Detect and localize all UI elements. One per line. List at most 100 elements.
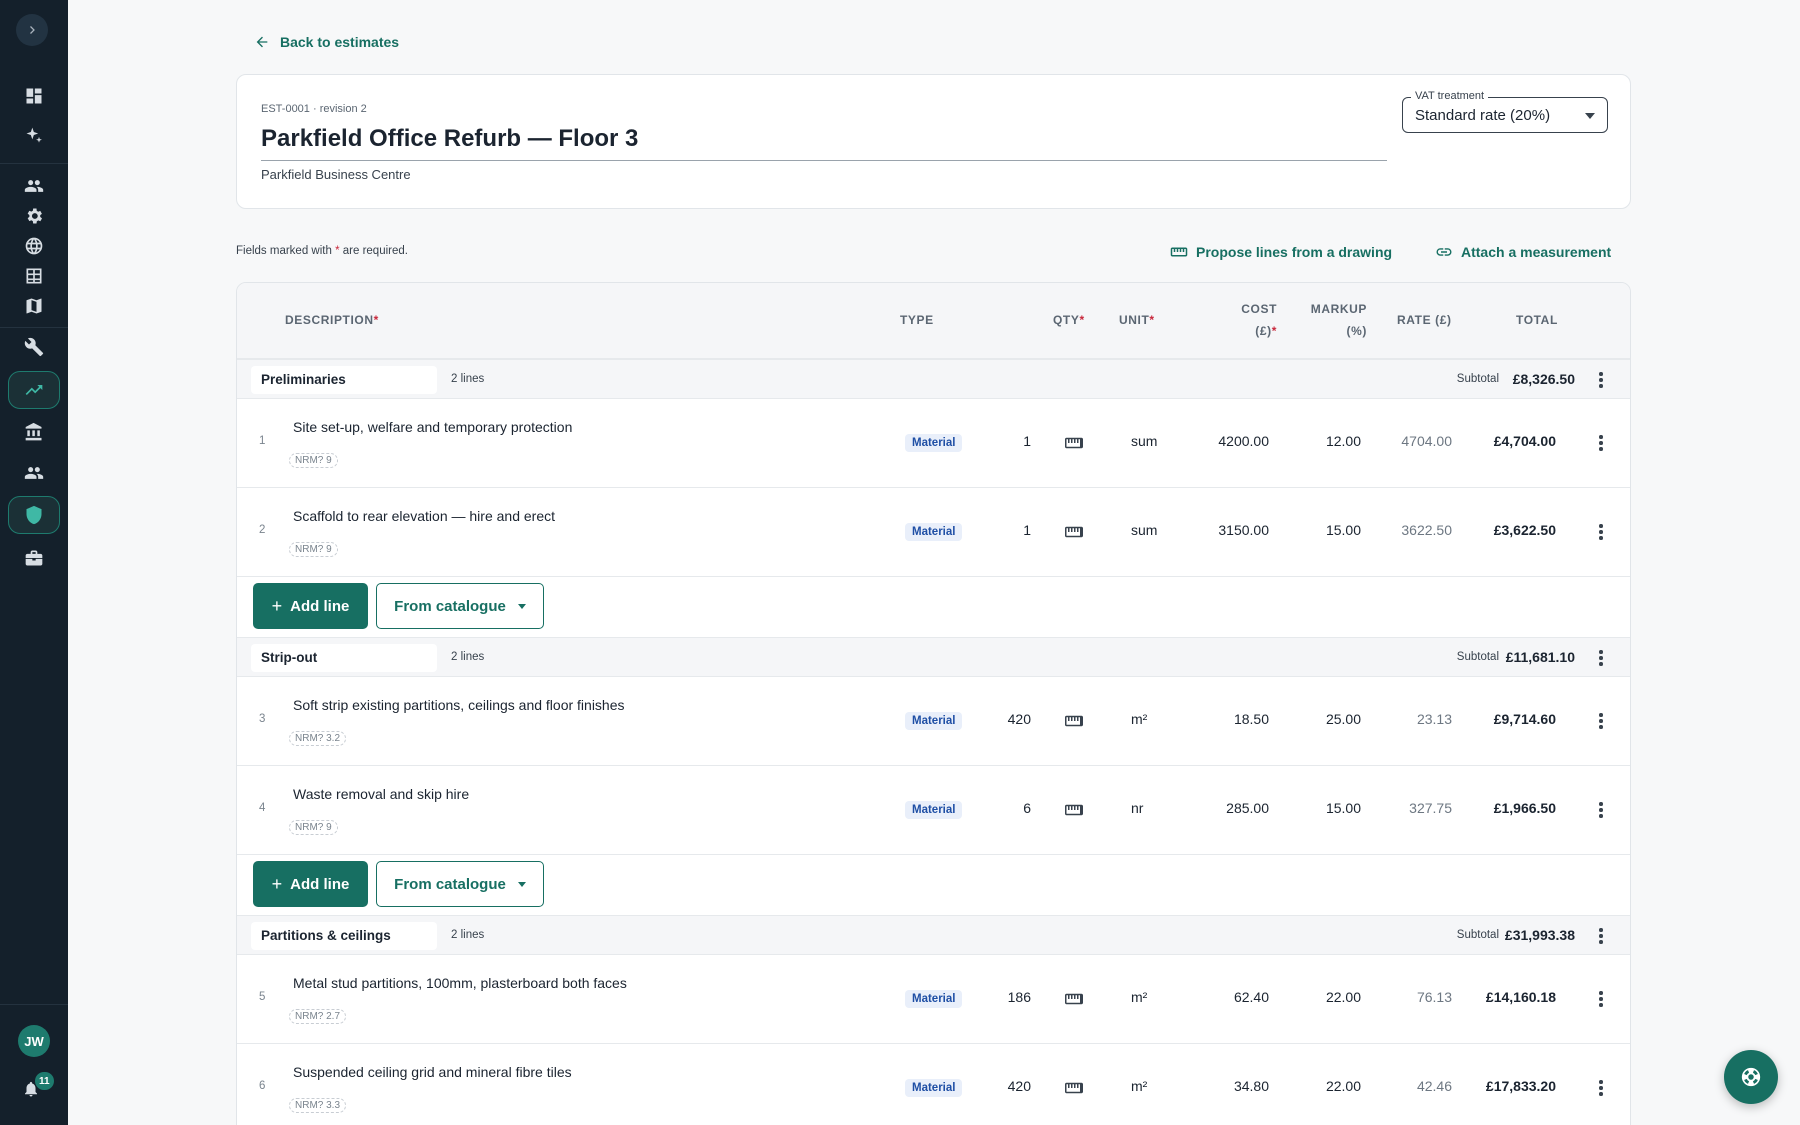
measure-button[interactable] [1065, 525, 1083, 539]
line-markup[interactable]: 25.00 [1326, 711, 1361, 727]
line-type-badge[interactable]: Material [905, 434, 963, 452]
group-menu-button[interactable] [1591, 370, 1611, 390]
from-catalogue-button[interactable]: From catalogue [376, 861, 544, 907]
ruler-icon [1065, 993, 1083, 1005]
nav-jobs[interactable] [14, 538, 54, 578]
line-menu-button[interactable] [1591, 711, 1611, 731]
ruler-icon [1065, 437, 1083, 449]
nav-estimates[interactable] [8, 371, 60, 409]
line-cost[interactable]: 3150.00 [1213, 522, 1269, 538]
line-unit[interactable]: nr [1131, 800, 1143, 816]
nav-maps[interactable] [14, 286, 54, 326]
line-total: £9,714.60 [1493, 711, 1556, 727]
attach-measurement-button[interactable]: Attach a measurement [1435, 243, 1611, 261]
from-catalogue-button[interactable]: From catalogue [376, 583, 544, 629]
line-markup[interactable]: 15.00 [1326, 800, 1361, 816]
estimate-client[interactable]: Parkfield Business Centre [261, 167, 411, 182]
line-menu-button[interactable] [1591, 522, 1611, 542]
nav-dashboard[interactable] [14, 76, 54, 116]
nrm-code-badge[interactable]: NRM? 9 [289, 542, 338, 557]
table-row: 5 Metal stud partitions, 100mm, plasterb… [237, 955, 1630, 1044]
nav-team[interactable] [14, 453, 54, 493]
nrm-code-badge[interactable]: NRM? 2.7 [289, 1009, 347, 1024]
line-menu-button[interactable] [1591, 989, 1611, 1009]
nrm-code-badge[interactable]: NRM? 9 [289, 820, 338, 835]
line-qty[interactable]: 420 [1008, 711, 1031, 727]
table-row: 6 Suspended ceiling grid and mineral fib… [237, 1044, 1630, 1125]
line-cost[interactable]: 285.00 [1213, 800, 1269, 816]
group-name-field[interactable]: Preliminaries [251, 366, 437, 394]
line-unit[interactable]: sum [1131, 433, 1157, 449]
group-line-count: 2 lines [451, 651, 485, 663]
ruler-icon [1065, 804, 1083, 816]
line-qty[interactable]: 1 [1023, 522, 1031, 538]
line-qty[interactable]: 1 [1023, 433, 1031, 449]
group-name-field[interactable]: Partitions & ceilings [251, 922, 437, 950]
line-menu-button[interactable] [1591, 1078, 1611, 1098]
notifications-button[interactable]: 11 [22, 1072, 54, 1104]
line-markup[interactable]: 22.00 [1326, 1078, 1361, 1094]
line-description[interactable]: Suspended ceiling grid and mineral fibre… [293, 1064, 572, 1080]
nrm-code-badge[interactable]: NRM? 3.3 [289, 1098, 347, 1113]
line-total: £4,704.00 [1493, 433, 1556, 449]
chevron-right-icon [30, 26, 35, 34]
nav-finance[interactable] [14, 412, 54, 452]
avatar[interactable]: JW [18, 1025, 50, 1057]
group-actions-bar: + Add line From catalogue [237, 855, 1630, 915]
group-name-field[interactable]: Strip-out [251, 644, 437, 672]
line-cost[interactable]: 18.50 [1213, 711, 1269, 727]
line-type-badge[interactable]: Material [905, 801, 963, 819]
nav-ai[interactable] [14, 116, 54, 156]
group-line-count: 2 lines [451, 373, 485, 385]
gear-icon [27, 208, 42, 224]
line-markup[interactable]: 12.00 [1326, 433, 1361, 449]
measure-button[interactable] [1065, 992, 1083, 1006]
line-type-badge[interactable]: Material [905, 990, 963, 1008]
sidebar-expand-button[interactable] [16, 14, 48, 46]
line-cost[interactable]: 62.40 [1213, 989, 1269, 1005]
line-cost[interactable]: 34.80 [1213, 1078, 1269, 1094]
measure-button[interactable] [1065, 714, 1083, 728]
line-type-badge[interactable]: Material [905, 1079, 963, 1097]
line-unit[interactable]: m² [1131, 1078, 1147, 1094]
group-menu-button[interactable] [1591, 648, 1611, 668]
nrm-code-badge[interactable]: NRM? 9 [289, 453, 338, 468]
propose-lines-button[interactable]: Propose lines from a drawing [1170, 243, 1392, 261]
line-qty[interactable]: 420 [1008, 1078, 1031, 1094]
group-header-row: Partitions & ceilings 2 lines Subtotal £… [237, 915, 1630, 955]
line-type-badge[interactable]: Material [905, 712, 963, 730]
group-menu-button[interactable] [1591, 926, 1611, 946]
line-markup[interactable]: 22.00 [1326, 989, 1361, 1005]
line-menu-button[interactable] [1591, 433, 1611, 453]
line-qty[interactable]: 6 [1023, 800, 1031, 816]
line-unit[interactable]: sum [1131, 522, 1157, 538]
nrm-code-badge[interactable]: NRM? 3.2 [289, 731, 347, 746]
estimate-header-card: EST-0001 · revision 2 Parkfield Office R… [236, 74, 1631, 209]
line-menu-button[interactable] [1591, 800, 1611, 820]
line-unit[interactable]: m² [1131, 989, 1147, 1005]
estimate-title-field[interactable]: Parkfield Office Refurb — Floor 3 [261, 125, 1387, 161]
line-description[interactable]: Site set-up, welfare and temporary prote… [293, 419, 572, 435]
measure-button[interactable] [1065, 1081, 1083, 1095]
nav-compliance[interactable] [8, 496, 60, 534]
line-description[interactable]: Scaffold to rear elevation — hire and er… [293, 508, 555, 524]
back-to-estimates-link[interactable]: Back to estimates [254, 34, 399, 50]
vat-treatment-select[interactable]: VAT treatment Standard rate (20%) [1402, 90, 1608, 133]
add-line-button[interactable]: + Add line [253, 583, 368, 629]
line-unit[interactable]: m² [1131, 711, 1147, 727]
support-fab[interactable] [1724, 1050, 1778, 1104]
line-type-badge[interactable]: Material [905, 523, 963, 541]
line-qty[interactable]: 186 [1008, 989, 1031, 1005]
line-description[interactable]: Metal stud partitions, 100mm, plasterboa… [293, 975, 627, 991]
line-markup[interactable]: 15.00 [1326, 522, 1361, 538]
line-description[interactable]: Waste removal and skip hire [293, 786, 469, 802]
line-cost[interactable]: 4200.00 [1213, 433, 1269, 449]
ruler-icon [1065, 715, 1083, 727]
estimate-lines-table: Description* Type Qty* Unit* Cost (£)* Ma… [236, 282, 1631, 1125]
line-total: £1,966.50 [1493, 800, 1556, 816]
line-description[interactable]: Soft strip existing partitions, ceilings… [293, 697, 625, 713]
add-line-button[interactable]: + Add line [253, 861, 368, 907]
nav-tools[interactable] [14, 327, 54, 367]
measure-button[interactable] [1065, 436, 1083, 450]
measure-button[interactable] [1065, 803, 1083, 817]
